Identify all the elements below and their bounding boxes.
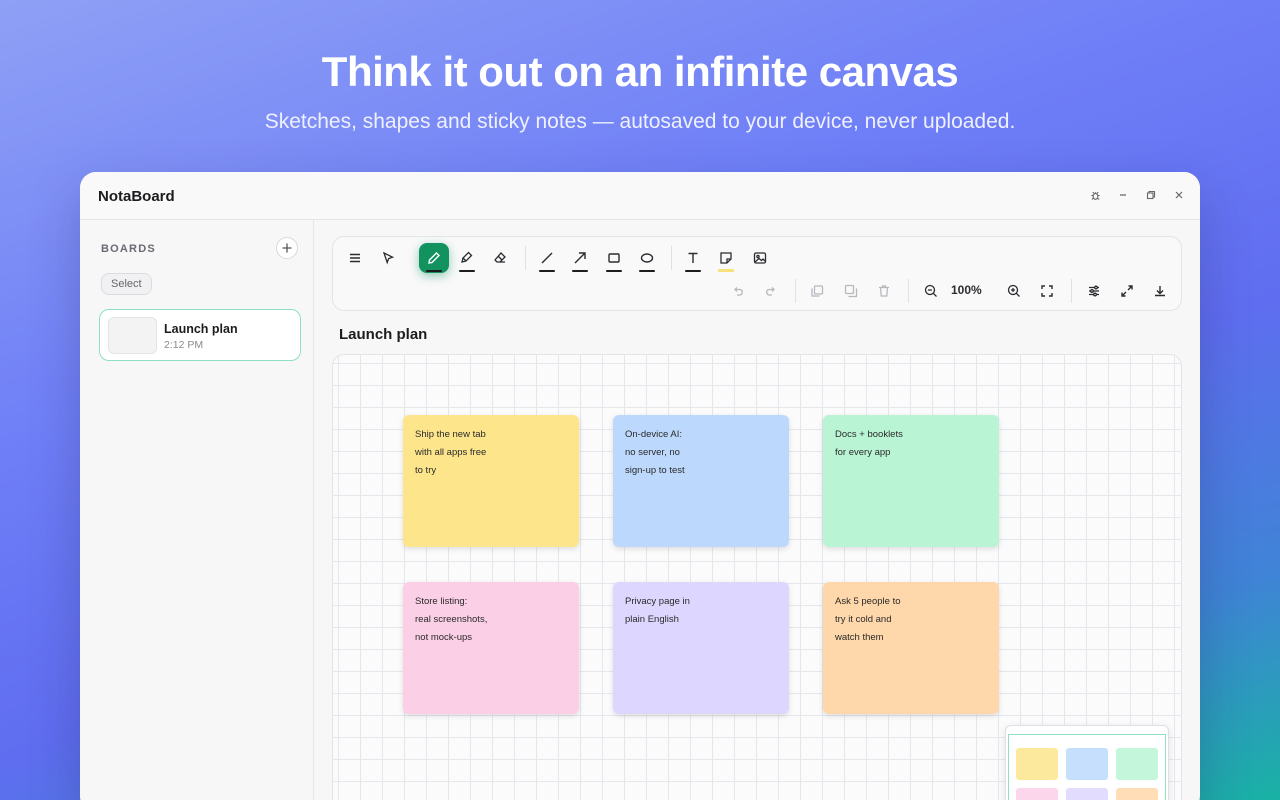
arrow-tool-icon[interactable] [565, 243, 595, 273]
toolbar-separator [908, 279, 909, 303]
image-tool-icon[interactable] [745, 243, 775, 273]
note-line: On-device AI: [625, 429, 683, 440]
board-list-item[interactable]: Launch plan 2:12 PM [99, 309, 301, 361]
duplicate-icon[interactable] [802, 276, 832, 306]
title-bar: NotaBoard [80, 172, 1200, 220]
note-line: Privacy page in [625, 596, 690, 607]
board-time: 2:12 PM [164, 339, 204, 351]
restore-icon[interactable] [1142, 186, 1160, 204]
boards-section-label: BOARDS [101, 243, 156, 255]
note-line: Ask 5 people to [835, 596, 901, 607]
redo-icon[interactable] [756, 276, 786, 306]
note-line: Store listing: [415, 596, 468, 607]
eraser-tool-icon[interactable] [485, 243, 515, 273]
select-tool-icon[interactable] [373, 243, 403, 273]
line-color-indicator [539, 270, 555, 272]
delete-icon[interactable] [869, 276, 899, 306]
app-name: NotaBoard [98, 188, 175, 205]
drawing-canvas[interactable]: Ship the new tab with all apps free to t… [332, 354, 1182, 800]
note-line: real screenshots, [415, 613, 488, 625]
minimap-note [1016, 788, 1058, 800]
download-icon[interactable] [1145, 276, 1175, 306]
hero-title: Think it out on an infinite canvas [321, 48, 959, 95]
sticky-note[interactable]: Ask 5 people to try it cold and watch th… [823, 582, 999, 714]
minimize-icon[interactable] [1114, 186, 1132, 204]
toolbar-separator [671, 246, 672, 270]
text-color-indicator [685, 270, 701, 272]
rectangle-tool-icon[interactable] [599, 243, 629, 273]
sticky-note[interactable]: On-device AI: no server, no sign-up to t… [613, 415, 789, 547]
note-line: for every app [835, 446, 891, 458]
minimap-note [1066, 788, 1108, 800]
board-thumbnail [108, 317, 157, 354]
sidebar: BOARDS Select Launch plan 2:12 PM [80, 220, 314, 800]
menu-icon[interactable] [340, 243, 370, 273]
select-button[interactable]: Select [101, 273, 152, 295]
window-controls [1086, 186, 1188, 204]
minimap-note [1116, 748, 1158, 780]
highlighter-color-indicator [459, 270, 475, 272]
note-line: watch them [835, 631, 884, 643]
toolbar-separator [525, 246, 526, 270]
ellipse-tool-icon[interactable] [632, 243, 662, 273]
note-line: sign-up to test [625, 464, 685, 476]
undo-icon[interactable] [723, 276, 753, 306]
note-line: Ship the new tab [415, 429, 486, 440]
note-line: with all apps free [415, 446, 487, 458]
board-name: Launch plan [164, 322, 238, 336]
settings-sliders-icon[interactable] [1079, 276, 1109, 306]
add-board-button[interactable] [276, 237, 298, 259]
line-tool-icon[interactable] [532, 243, 562, 273]
toolbar-separator [1071, 279, 1072, 303]
close-icon[interactable] [1170, 186, 1188, 204]
sticky-note[interactable]: Ship the new tab with all apps free to t… [403, 415, 579, 547]
highlighter-tool-icon[interactable] [452, 243, 482, 273]
sticky-note[interactable]: Store listing: real screenshots, not moc… [403, 582, 579, 714]
app-window: NotaBoard BOARDS Select Launch plan 2:12… [80, 172, 1200, 800]
zoom-in-icon[interactable] [999, 276, 1029, 306]
plus-icon [282, 243, 292, 253]
note-line: try it cold and [835, 613, 892, 625]
zoom-out-icon[interactable] [916, 276, 946, 306]
copy-icon[interactable] [836, 276, 866, 306]
pen-tool-icon[interactable] [419, 243, 449, 273]
toolbar-separator [795, 279, 796, 303]
sticky-note-tool-icon[interactable] [711, 243, 741, 273]
sticky-note[interactable]: Privacy page in plain English [613, 582, 789, 714]
bug-icon[interactable] [1086, 186, 1104, 204]
rectangle-color-indicator [606, 270, 622, 272]
sticky-note[interactable]: Docs + booklets for every app [823, 415, 999, 547]
toolbar: 100% [332, 236, 1182, 311]
note-line: not mock-ups [415, 631, 473, 643]
note-line: Docs + booklets [835, 429, 903, 440]
text-tool-icon[interactable] [678, 243, 708, 273]
pen-color-indicator [426, 270, 442, 272]
board-title: Launch plan [339, 326, 428, 343]
note-line: to try [415, 464, 437, 476]
sticky-note-color-indicator [718, 269, 734, 272]
note-line: plain English [625, 613, 679, 625]
note-line: no server, no [625, 446, 680, 458]
minimap-note [1016, 748, 1058, 780]
minimap[interactable] [1005, 725, 1169, 800]
fullscreen-icon[interactable] [1112, 276, 1142, 306]
hero-subtitle: Sketches, shapes and sticky notes — auto… [264, 110, 1016, 133]
zoom-level[interactable]: 100% [951, 283, 982, 297]
fit-to-screen-icon[interactable] [1032, 276, 1062, 306]
ellipse-color-indicator [639, 270, 655, 272]
minimap-note [1116, 788, 1158, 800]
minimap-note [1066, 748, 1108, 780]
arrow-color-indicator [572, 270, 588, 272]
